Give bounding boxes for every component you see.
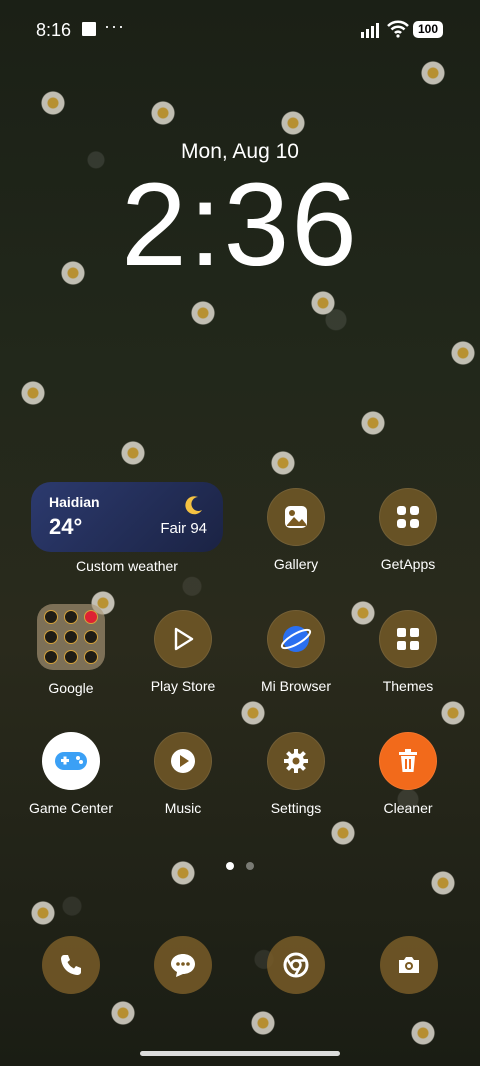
- app-game-center[interactable]: Game Center: [16, 732, 126, 816]
- weather-city: Haidian: [49, 494, 100, 510]
- themes-icon[interactable]: [379, 610, 437, 668]
- phone-icon: [61, 955, 81, 975]
- weather-condition: Fair 94: [160, 520, 207, 537]
- dock-chrome[interactable]: [267, 936, 325, 994]
- signal-icon: [361, 23, 379, 38]
- app-gallery[interactable]: Gallery: [241, 488, 351, 572]
- music-icon[interactable]: [154, 732, 212, 790]
- app-label: Gallery: [273, 556, 319, 572]
- weather-widget[interactable]: Haidian 24° Fair 94: [31, 482, 223, 552]
- app-play-store[interactable]: Play Store: [128, 610, 238, 694]
- lock-clock[interactable]: 2:36: [0, 160, 480, 290]
- app-label: Settings: [270, 800, 322, 816]
- notification-icon: [82, 22, 96, 36]
- game-center-icon[interactable]: [42, 732, 100, 790]
- app-cleaner[interactable]: Cleaner: [353, 732, 463, 816]
- app-label: Game Center: [28, 800, 114, 816]
- moon-icon: [185, 496, 202, 515]
- page-dot-active: [226, 862, 234, 870]
- app-music[interactable]: Music: [128, 732, 238, 816]
- cleaner-icon[interactable]: [379, 732, 437, 790]
- page-dot: [246, 862, 254, 870]
- app-label: GetApps: [380, 556, 436, 572]
- app-label: Cleaner: [383, 800, 433, 816]
- weather-temperature: 24°: [49, 514, 83, 539]
- app-label: Google: [48, 680, 94, 696]
- battery-icon: 100: [413, 21, 443, 38]
- page-indicator: [0, 862, 480, 870]
- app-label: Themes: [382, 678, 434, 694]
- home-gesture-bar[interactable]: [140, 1051, 340, 1056]
- camera-icon: [399, 957, 419, 973]
- settings-icon[interactable]: [267, 732, 325, 790]
- messages-icon: [171, 954, 195, 977]
- app-label: Music: [164, 800, 202, 816]
- app-settings[interactable]: Settings: [241, 732, 351, 816]
- weather-widget-label: Custom weather: [76, 558, 178, 574]
- app-mi-browser[interactable]: Mi Browser: [241, 610, 351, 694]
- play-store-icon[interactable]: [154, 610, 212, 668]
- app-themes[interactable]: Themes: [353, 610, 463, 694]
- wifi-icon: [387, 20, 409, 38]
- dock-camera[interactable]: [380, 936, 438, 994]
- getapps-icon[interactable]: [379, 488, 437, 546]
- more-notifications-icon: ···: [104, 16, 125, 36]
- dock-phone[interactable]: [42, 936, 100, 994]
- gallery-icon[interactable]: [267, 488, 325, 546]
- app-getapps[interactable]: GetApps: [353, 488, 463, 572]
- app-label: Play Store: [150, 678, 216, 694]
- chrome-icon: [283, 952, 309, 978]
- dock-messages[interactable]: [154, 936, 212, 994]
- status-bar: 8:16 ··· 100: [0, 0, 480, 60]
- google-folder-icon[interactable]: [37, 604, 105, 670]
- folder-google[interactable]: Google: [16, 604, 126, 696]
- mi-browser-icon[interactable]: [267, 610, 325, 668]
- app-label: Mi Browser: [260, 678, 331, 694]
- status-time: 8:16: [36, 20, 72, 40]
